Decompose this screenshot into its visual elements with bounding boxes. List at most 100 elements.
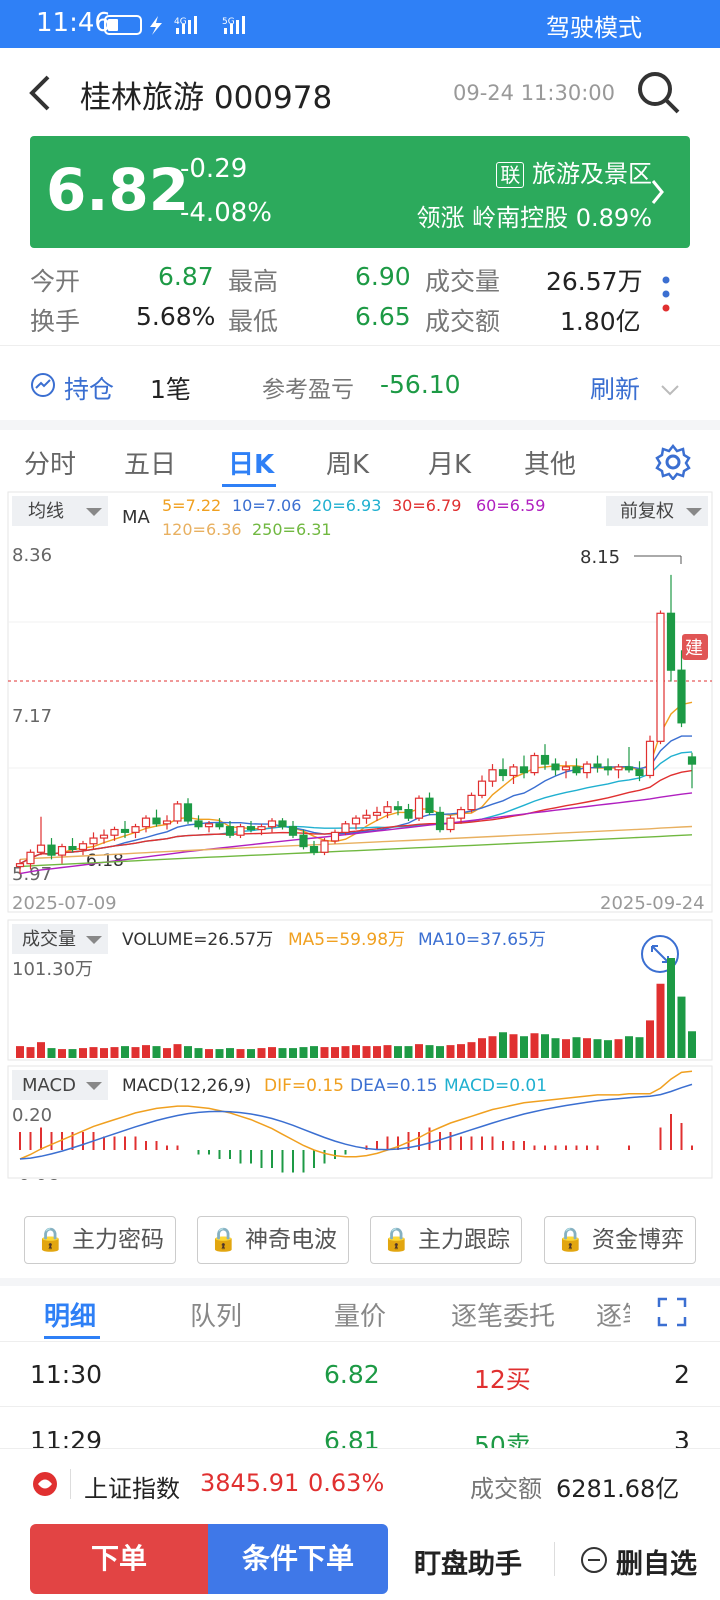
candle-body xyxy=(131,826,140,833)
candle-body xyxy=(267,820,277,828)
quote-banner[interactable]: 6.82 -0.29 -4.08% 联 旅游及景区 领涨 岭南控股 0.89% xyxy=(30,136,690,248)
fullscreen-icon[interactable] xyxy=(656,1296,688,1328)
volume-bar xyxy=(79,1048,87,1058)
candle-body xyxy=(519,766,529,774)
back-arrow-icon[interactable] xyxy=(26,74,54,112)
candle-body xyxy=(635,769,644,777)
volume-value: 26.57万 xyxy=(546,267,643,296)
tab-tick-label: 逐笔 xyxy=(596,1302,630,1332)
index-ticker-bar[interactable]: 上证指数 3845.91 0.63% 成交额 6281.68亿 xyxy=(0,1448,720,1520)
volume-bar xyxy=(488,1036,497,1058)
macd-value: MACD=0.01 xyxy=(444,1076,547,1096)
sector-leader: 领涨 岭南控股 0.89% xyxy=(416,198,652,233)
volume-bar xyxy=(299,1047,308,1058)
chevron-down-icon[interactable] xyxy=(660,384,680,396)
candle-body xyxy=(593,763,602,768)
tool-main-force-code[interactable]: 🔒 主力密码 xyxy=(24,1216,176,1264)
kline-chart[interactable]: 均线 MA 5=7.22 10=7.06 20=6.93 30=6.79 60=… xyxy=(0,490,720,1180)
candle-body xyxy=(488,769,497,782)
ma30-label: 30=6.79 xyxy=(392,496,461,515)
ma-lines xyxy=(19,701,693,875)
y-axis-bottom: 5.97 xyxy=(12,864,52,885)
driving-mode-button[interactable]: 驾驶模式 xyxy=(546,8,642,43)
macd-dif: DIF=0.15 xyxy=(264,1076,344,1096)
candle-body xyxy=(225,826,235,836)
tool-fund-game[interactable]: 🔒 资金博弈 xyxy=(544,1216,696,1264)
tab-volume-price[interactable]: 量价 xyxy=(334,1296,386,1333)
volume-bar xyxy=(89,1047,98,1058)
tool-main-force-track[interactable]: 🔒 主力跟踪 xyxy=(370,1216,522,1264)
tool-magic-wave[interactable]: 🔒 神奇电波 xyxy=(197,1216,349,1264)
volume-bar xyxy=(163,1048,171,1058)
order-button[interactable]: 下单 xyxy=(30,1524,208,1594)
volume-bar xyxy=(614,1039,623,1058)
ma5-label: 5=7.22 xyxy=(162,496,221,515)
volume-bar xyxy=(436,1046,444,1058)
settings-gear-icon[interactable] xyxy=(655,444,691,480)
divider xyxy=(0,1341,720,1342)
holdings-label[interactable]: 持仓 xyxy=(64,370,114,406)
sector-name: 旅游及景区 xyxy=(532,160,652,188)
candle-body xyxy=(309,845,319,853)
candle-body xyxy=(393,806,403,811)
more-vertical-icon[interactable] xyxy=(660,274,672,314)
order-label: 下单 xyxy=(90,1542,147,1575)
candle-body xyxy=(99,834,109,839)
trade-price: 6.82 xyxy=(324,1360,380,1389)
candle-body xyxy=(372,811,382,816)
candle-body xyxy=(183,803,193,822)
volume-bar xyxy=(226,1048,234,1058)
tab-five-day[interactable]: 五日 xyxy=(124,444,176,481)
stock-header: 桂林旅游 000978 09-24 11:30:00 xyxy=(0,48,720,134)
volume-bar xyxy=(362,1046,371,1058)
tab-queue[interactable]: 队列 xyxy=(190,1296,242,1333)
candles xyxy=(15,574,697,874)
refresh-button[interactable]: 刷新 xyxy=(590,370,640,406)
ma250-label: 250=6.31 xyxy=(252,520,332,539)
volume-bar xyxy=(541,1034,549,1058)
low-label: 最低 xyxy=(228,307,279,336)
tab-intraday[interactable]: 分时 xyxy=(24,444,76,481)
volume-bar xyxy=(520,1036,528,1058)
candle-body xyxy=(341,823,350,833)
sector-link[interactable]: 联 旅游及景区 xyxy=(496,154,652,189)
date-start: 2025-07-09 xyxy=(12,893,117,914)
tab-daily-k[interactable]: 日K xyxy=(228,444,274,481)
volume-title: VOLUME=26.57万 xyxy=(122,930,273,950)
volume-bar xyxy=(58,1049,66,1058)
candle-body xyxy=(351,817,361,825)
volume-bar xyxy=(551,1038,560,1058)
y-axis-mid: 7.17 xyxy=(12,706,52,727)
candle-body xyxy=(624,766,634,771)
tab-order-by-order[interactable]: 逐笔委托 xyxy=(451,1296,555,1333)
index-value: 3845.91 xyxy=(200,1469,300,1497)
status-bar: 11:46 4G 5G 驾驶模式 xyxy=(0,0,720,48)
index-amount: 6281.68亿 xyxy=(556,1475,680,1503)
macd-dea: DEA=0.15 xyxy=(350,1076,438,1096)
volume-bar xyxy=(268,1047,276,1058)
remove-watchlist-button[interactable]: 删自选 xyxy=(616,1542,697,1581)
tab-detail[interactable]: 明细 xyxy=(44,1296,96,1333)
tab-other[interactable]: 其他 xyxy=(524,444,576,481)
candle-body xyxy=(152,817,161,825)
volume-bar xyxy=(100,1048,108,1058)
candle-body xyxy=(414,797,424,819)
current-price: 6.82 xyxy=(46,156,190,224)
conditional-order-label: 条件下单 xyxy=(241,1542,354,1575)
tab-tick-clipped[interactable]: 逐笔 xyxy=(596,1296,630,1332)
monitor-assistant-button[interactable]: 盯盘助手 xyxy=(414,1542,522,1581)
candle-body xyxy=(362,814,371,819)
low-value: 6.65 xyxy=(355,302,411,331)
search-icon[interactable] xyxy=(636,70,682,116)
divider xyxy=(0,1406,720,1407)
tool-label: 主力跟踪 xyxy=(417,1227,510,1253)
trade-volume: 12买 xyxy=(474,1365,531,1394)
volume-bar xyxy=(110,1047,119,1058)
conditional-order-button[interactable]: 条件下单 xyxy=(208,1524,388,1594)
tab-monthly-k[interactable]: 月K xyxy=(428,444,471,481)
candle-body xyxy=(68,845,77,851)
tab-weekly-k[interactable]: 周K xyxy=(326,444,369,481)
y-axis-top: 8.36 xyxy=(12,545,52,566)
divider xyxy=(554,1542,555,1576)
candle-body xyxy=(110,828,119,836)
